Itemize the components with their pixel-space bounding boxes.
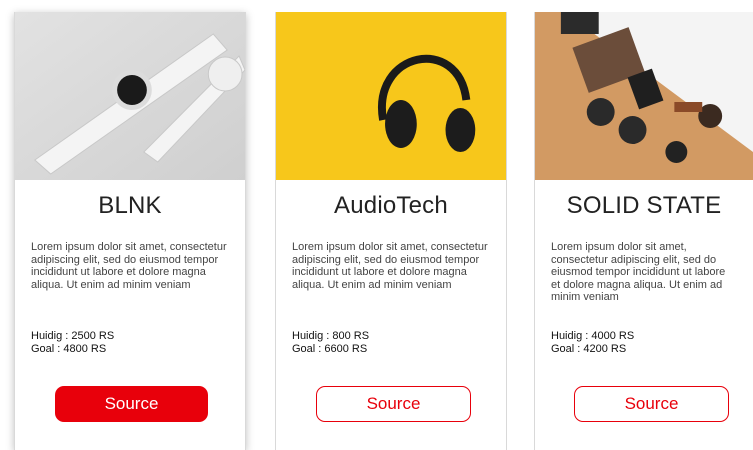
goal-amount: Goal : 4200 RS bbox=[551, 342, 627, 355]
card-stats: Huidig : 4000 RS Goal : 4200 RS bbox=[551, 330, 634, 355]
card-description: Lorem ipsum dolor sit amet, consectetur … bbox=[31, 241, 227, 291]
card-title: SOLID STATE bbox=[566, 192, 722, 219]
card-stats: Huidig : 800 RS Goal : 6600 RS bbox=[292, 330, 369, 355]
project-card-blnk: BLNK Lorem ipsum dolor sit amet, consect… bbox=[14, 12, 246, 450]
source-button[interactable]: Source bbox=[55, 386, 208, 422]
goal-amount: Goal : 4800 RS bbox=[31, 342, 107, 355]
card-image-smartwatches bbox=[15, 12, 245, 180]
source-button[interactable]: Source bbox=[316, 386, 471, 422]
project-card-audiotech: AudioTech Lorem ipsum dolor sit amet, co… bbox=[275, 12, 507, 450]
huidig-amount: Huidig : 4000 RS bbox=[551, 330, 635, 342]
project-card-solid-state: SOLID STATE Lorem ipsum dolor sit amet, … bbox=[534, 12, 753, 450]
card-image-sunglasses-watches bbox=[535, 12, 753, 180]
goal-amount: Goal : 6600 RS bbox=[292, 342, 368, 355]
card-stats: Huidig : 2500 RS Goal : 4800 RS bbox=[31, 330, 114, 355]
huidig-amount: Huidig : 2500 RS bbox=[31, 330, 115, 342]
source-button[interactable]: Source bbox=[574, 386, 729, 422]
card-title: AudioTech bbox=[334, 192, 448, 219]
card-title: BLNK bbox=[98, 192, 162, 219]
card-image-headphones bbox=[276, 12, 506, 180]
card-description: Lorem ipsum dolor sit amet, consectetur … bbox=[292, 241, 488, 291]
card-description: Lorem ipsum dolor sit amet, consectetur … bbox=[551, 241, 726, 304]
huidig-amount: Huidig : 800 RS bbox=[292, 330, 370, 342]
